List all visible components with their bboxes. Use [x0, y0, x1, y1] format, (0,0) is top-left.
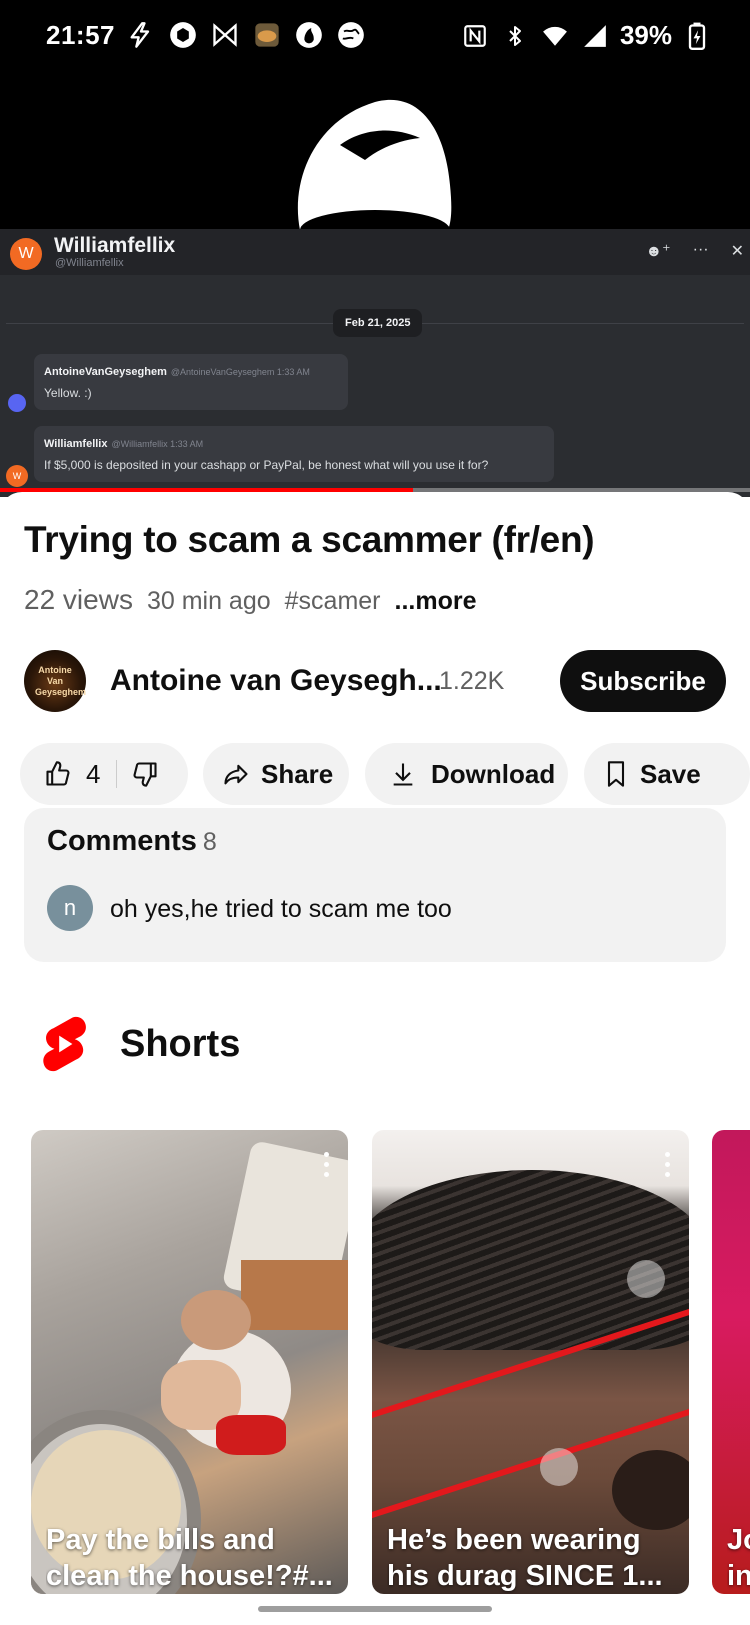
share-button[interactable]: Share — [203, 743, 349, 805]
pokeball-app-icon — [294, 20, 324, 50]
message-author: Williamfellix — [44, 438, 108, 450]
status-time: 21:57 — [46, 20, 115, 50]
bread-app-icon — [252, 20, 282, 50]
battery-charging-icon — [682, 21, 712, 51]
chat-username: Williamfellix — [54, 234, 176, 257]
short-title: Jo in — [727, 1522, 750, 1594]
globe-app-icon — [336, 20, 366, 50]
share-icon — [224, 764, 248, 785]
hexagon-app-icon — [168, 20, 198, 50]
short-title-line: clean the house!?#... — [46, 1560, 333, 1592]
nfc-icon — [460, 21, 490, 51]
action-bar: 4 Share Download Save — [20, 743, 750, 805]
chat-screenshot: W Williamfellix @Williamfellix ☻⁺ ··· ✕ … — [0, 229, 750, 497]
like-dislike-pill: 4 — [20, 743, 188, 805]
short-card[interactable]: Pay the bills and clean the house!?#... — [31, 1130, 348, 1594]
chat-header: W Williamfellix @Williamfellix ☻⁺ ··· ✕ — [0, 229, 750, 275]
notification-icons — [126, 20, 366, 50]
dislike-button[interactable] — [131, 760, 159, 788]
chat-message: AntoineVanGeyseghem @AntoineVanGeyseghem … — [34, 354, 348, 410]
more-dots-icon: ··· — [692, 241, 709, 258]
wifi-icon — [540, 21, 570, 51]
upload-time: 30 min ago — [146, 587, 271, 615]
like-button[interactable]: 4 — [44, 759, 100, 790]
short-card[interactable]: He’s been wearing his durag SINCE 1... — [372, 1130, 689, 1594]
status-bar: 21:57 39% — [0, 0, 750, 72]
message-author: AntoineVanGeyseghem — [44, 366, 167, 378]
download-icon — [393, 763, 413, 786]
subscribe-button[interactable]: Subscribe — [560, 650, 726, 712]
comments-heading: Comments 8 — [47, 825, 217, 858]
short-title-line: Pay the bills and — [46, 1524, 275, 1556]
video-meta[interactable]: 22 views 30 min ago #scamer ...more — [24, 584, 477, 616]
video-title[interactable]: Trying to scam a scammer (fr/en) — [24, 519, 595, 561]
channel-name[interactable]: Antoine van Geysegh... — [110, 664, 442, 698]
short-menu-icon[interactable] — [324, 1152, 330, 1178]
message-avatar — [6, 392, 28, 414]
message-text: If $5,000 is deposited in your cashapp o… — [44, 458, 489, 472]
comments-title: Comments — [47, 825, 197, 857]
download-label: Download — [431, 758, 556, 789]
thumbs-down-icon — [133, 762, 158, 787]
short-title-line: his durag SINCE 1... — [387, 1560, 663, 1592]
video-details-sheet: Trying to scam a scammer (fr/en) 22 view… — [0, 492, 750, 1625]
battery-percent: 39% — [619, 20, 672, 50]
bolt-icon — [126, 20, 156, 50]
short-title: Pay the bills and clean the house!?#... — [46, 1522, 338, 1594]
channel-avatar[interactable]: Antoine Van Geyseghem — [24, 650, 86, 712]
short-menu-icon[interactable] — [665, 1152, 671, 1178]
comments-count: 8 — [202, 828, 217, 856]
shorts-title: Shorts — [120, 1022, 241, 1065]
bookmark-icon — [607, 761, 625, 787]
bluetooth-icon — [500, 21, 530, 51]
comments-panel[interactable]: Comments 8 n oh yes,he tried to scam me t… — [24, 808, 726, 962]
chat-message: Williamfellix @Williamfellix 1:33 AM If $… — [34, 426, 554, 482]
like-divider — [116, 760, 118, 788]
share-label: Share — [261, 758, 334, 789]
message-meta: @AntoineVanGeyseghem 1:33 AM — [170, 367, 310, 377]
close-icon: ✕ — [730, 243, 744, 260]
channel-row[interactable]: Antoine Van Geyseghem Antoine van Geyseg… — [24, 650, 726, 712]
short-card[interactable]: Jo in — [712, 1130, 750, 1594]
thumbs-up-icon — [46, 761, 70, 786]
date-pill: Feb 21, 2025 — [333, 309, 423, 337]
gesture-bar[interactable] — [258, 1606, 492, 1612]
video-player[interactable]: 21:57 39% W Williamfellix @Williamfellix… — [0, 0, 750, 497]
short-title-line: in — [727, 1560, 750, 1592]
save-label: Save — [640, 758, 701, 789]
bowtie-app-icon — [210, 20, 240, 50]
message-meta: @Williamfellix 1:33 AM — [111, 439, 204, 449]
shorts-logo-icon — [43, 1016, 86, 1072]
commenter-avatar: n — [47, 885, 93, 931]
short-title: He’s been wearing his durag SINCE 1... — [387, 1522, 679, 1594]
channel-avatar-text: Antoine Van Geyseghem — [35, 664, 87, 697]
top-comment-text: oh yes,he tried to scam me too — [110, 895, 452, 923]
view-count: 22 views — [24, 584, 133, 615]
message-text: Yellow. :) — [44, 386, 92, 400]
chat-header-actions: ☻⁺ ··· ✕ — [645, 241, 744, 261]
short-title-line: Jo — [727, 1524, 750, 1556]
more-description-link[interactable]: ...more — [395, 587, 477, 616]
hat-logo-graphic — [297, 99, 452, 230]
signal-icon — [580, 21, 610, 51]
download-button[interactable]: Download — [365, 743, 568, 805]
system-icons: 39% — [460, 20, 712, 51]
add-friend-icon: ☻⁺ — [645, 243, 671, 260]
short-title-line: He’s been wearing — [387, 1524, 641, 1556]
subscriber-count: 1.22K — [439, 667, 505, 695]
shorts-header: Shorts — [40, 1014, 240, 1074]
chat-avatar: W — [10, 238, 42, 270]
like-count: 4 — [86, 758, 101, 789]
save-button[interactable]: Save — [584, 743, 750, 805]
hashtag-link[interactable]: #scamer — [285, 587, 381, 616]
chat-handle: @Williamfellix — [55, 257, 124, 269]
message-avatar: W — [6, 465, 28, 487]
